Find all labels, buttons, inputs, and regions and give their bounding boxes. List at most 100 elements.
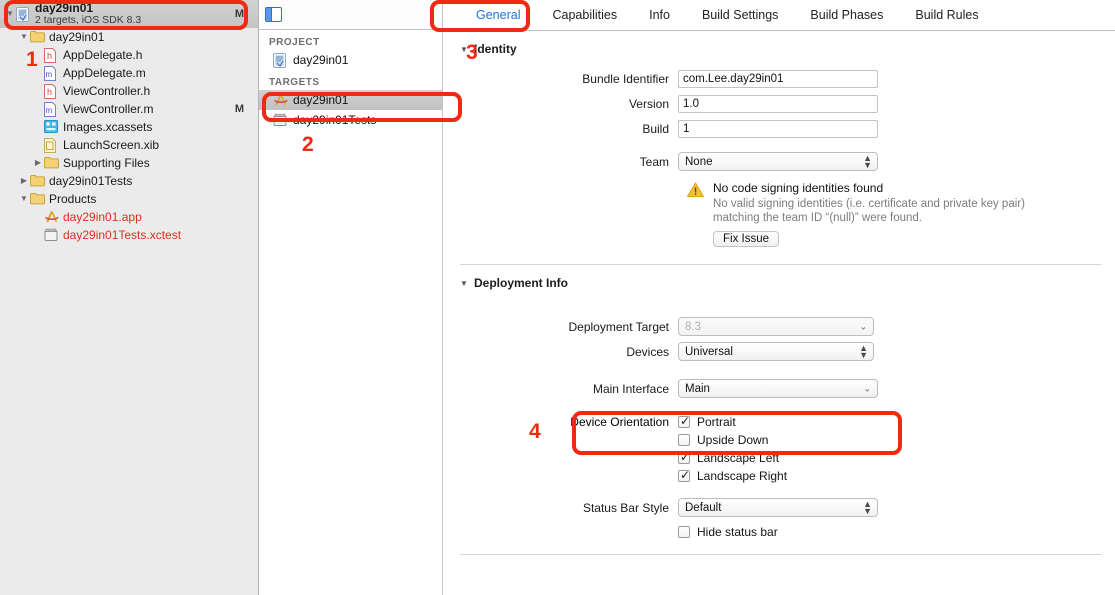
navigator-row-project-root[interactable]: ▼ day29in01 2 targets, iOS SDK 8.3 M <box>0 0 258 28</box>
navigator-row-label: ViewController.h <box>63 84 151 98</box>
chevron-down-icon: ⌄ <box>859 321 867 331</box>
navigator-row-group-day29in01tests[interactable]: ▶ day29in01Tests <box>0 172 258 190</box>
orientation-portrait-checkbox[interactable] <box>678 414 690 428</box>
targets-pane-toolbar <box>259 0 442 30</box>
navigator-row-product-xctest[interactable]: ▸ day29in01Tests.xctest <box>0 226 258 244</box>
navigator-row-file-viewcontroller-m[interactable]: ▸m ViewController.m M <box>0 100 258 118</box>
deployment-bottom-separator <box>460 554 1101 555</box>
build-input[interactable] <box>678 120 878 138</box>
navigator-row-group-products[interactable]: ▼ Products <box>0 190 258 208</box>
orientation-row: Landscape Right <box>460 467 1115 485</box>
deployment-info-section-title: Deployment Info <box>474 276 569 290</box>
status-bar-style-label: Status Bar Style <box>582 500 669 515</box>
disclosure-spacer: ▸ <box>32 231 44 239</box>
xcode-project-icon <box>273 52 289 68</box>
navigator-row-product-app[interactable]: ▸ day29in01.app <box>0 208 258 226</box>
navigator-row-label: day29in01Tests.xctest <box>63 228 182 242</box>
project-navigator: ▼ day29in01 2 targets, iOS SDK 8.3 M ▼ day29i… <box>0 0 259 595</box>
identity-section: ▼ Identity Bundle Identifier Version <box>443 37 1115 247</box>
identity-section-title: Identity <box>474 42 517 56</box>
tab-general[interactable]: General <box>460 0 536 30</box>
row-label: day29in01 <box>293 53 349 67</box>
main-interface-label: Main Interface <box>592 381 669 396</box>
target-row-target-day29in01[interactable]: day29in01 <box>259 90 442 110</box>
orientation-landscape-right-checkbox[interactable] <box>678 468 690 482</box>
devices-row: Devices Universal ▲ ▼ <box>460 342 1115 361</box>
target-row-target-day29in01tests[interactable]: day29in01Tests <box>259 110 442 130</box>
version-input[interactable] <box>678 95 878 113</box>
navigator-row-file-images-xcassets[interactable]: ▸ Images.xcassets <box>0 118 258 136</box>
warning-title: No code signing identities found <box>713 181 884 195</box>
project-targets-pane: PROJECT day29in01 TARGETS day29in01 day29… <box>259 0 443 595</box>
navigator-row-file-appdelegate-m[interactable]: ▸mAppDelegate.m <box>0 64 258 82</box>
device-orientation-group: Device Orientation Portrait Upside Down Lan… <box>460 413 1115 485</box>
editor-tab-bar: General Capabilities Info Build Settings Bui… <box>443 0 1115 31</box>
warning-triangle-icon <box>687 181 705 247</box>
project-row-project-day29in01[interactable]: day29in01 <box>259 50 442 70</box>
team-popup-button[interactable]: None ▲ ▼ <box>678 152 878 171</box>
status-bar-style-value: Default <box>685 501 722 514</box>
deployment-target-combo[interactable]: 8.3 ⌄ <box>678 317 874 336</box>
navigator-row-label: Products <box>49 192 97 206</box>
tab-build-rules[interactable]: Build Rules <box>899 0 994 30</box>
xib-file-icon <box>44 137 58 153</box>
navigator-row-label: AppDelegate.h <box>63 48 143 62</box>
orientation-row: Device Orientation Portrait <box>460 413 1115 431</box>
orientation-landscape-right-label: Landscape Right <box>697 469 788 483</box>
tab-capabilities[interactable]: Capabilities <box>536 0 633 30</box>
annotation-4: 4 <box>529 420 541 443</box>
navigator-row-label: ViewController.m <box>63 102 154 116</box>
main-interface-combo[interactable]: Main ⌄ <box>678 379 878 398</box>
navigator-row-group-supporting-files[interactable]: ▶ Supporting Files <box>0 154 258 172</box>
bundle-identifier-input[interactable] <box>678 70 878 88</box>
warning-body-line-1: No valid signing identities (i.e. certif… <box>713 198 1025 210</box>
code-signing-warning: No code signing identities found No vali… <box>687 181 1115 247</box>
disclosure-spacer: ▸ <box>32 123 44 131</box>
header-file-icon: h <box>44 83 58 99</box>
targets-group-header: TARGETS <box>269 77 320 88</box>
navigator-row-label: day29in01.app <box>63 210 142 224</box>
chevron-right-icon[interactable]: ▶ <box>32 159 44 167</box>
tab-build-settings[interactable]: Build Settings <box>686 0 794 30</box>
device-orientation-label: Device Orientation <box>570 415 669 429</box>
deployment-info-section-header[interactable]: ▼ Deployment Info <box>460 271 1115 295</box>
navigator-row-file-viewcontroller-h[interactable]: ▸h ViewController.h <box>0 82 258 100</box>
updown-arrows-icon: ▲ ▼ <box>859 342 868 360</box>
version-row: Version <box>460 94 1115 113</box>
show-hide-panel-icon[interactable] <box>265 7 282 22</box>
identity-deployment-separator <box>460 264 1101 265</box>
hide-status-bar-checkbox[interactable] <box>678 526 690 538</box>
navigator-row-label: AppDelegate.m <box>63 66 146 80</box>
tab-build-phases[interactable]: Build Phases <box>794 0 899 30</box>
svg-text:h: h <box>47 87 52 97</box>
devices-popup-button[interactable]: Universal ▲ ▼ <box>678 342 874 361</box>
navigator-row-label: day29in01Tests <box>49 174 133 188</box>
chevron-down-icon[interactable]: ▼ <box>18 195 30 203</box>
chevron-down-icon[interactable]: ▼ <box>4 10 16 18</box>
deployment-target-value: 8.3 <box>685 320 701 333</box>
row-label: day29in01 <box>293 93 349 107</box>
team-row: Team None ▲ ▼ <box>460 152 1115 171</box>
main-interface-row: Main Interface Main ⌄ <box>460 379 1115 398</box>
hide-status-bar-text: Hide status bar <box>697 525 778 539</box>
chevron-right-icon[interactable]: ▶ <box>18 177 30 185</box>
fix-issue-button[interactable]: Fix Issue <box>713 231 780 247</box>
svg-text:h: h <box>47 51 52 61</box>
build-label: Build <box>642 121 669 136</box>
folder-icon <box>30 174 45 189</box>
status-bar-style-popup-button[interactable]: Default ▲ ▼ <box>678 498 878 517</box>
navigator-row-label: LaunchScreen.xib <box>63 138 160 152</box>
orientation-upside-down-checkbox[interactable] <box>678 434 690 446</box>
orientation-landscape-left-checkbox[interactable] <box>678 450 690 464</box>
team-label: Team <box>639 154 669 169</box>
navigator-row-file-launchscreen-xib[interactable]: ▸ LaunchScreen.xib <box>0 136 258 154</box>
navigator-row-group-day29in01[interactable]: ▼ day29in01 <box>0 28 258 46</box>
navigator-row-file-appdelegate-h[interactable]: ▸hAppDelegate.h <box>0 46 258 64</box>
orientation-portrait-label: Portrait <box>697 415 736 429</box>
updown-arrows-icon: ▲ ▼ <box>863 152 872 170</box>
chevron-down-icon[interactable]: ▼ <box>18 33 30 41</box>
identity-section-header[interactable]: ▼ Identity <box>460 37 1115 61</box>
chevron-down-icon: ▼ <box>460 278 468 288</box>
orientation-upside-down-label: Upside Down <box>697 433 769 447</box>
tab-info[interactable]: Info <box>633 0 686 30</box>
